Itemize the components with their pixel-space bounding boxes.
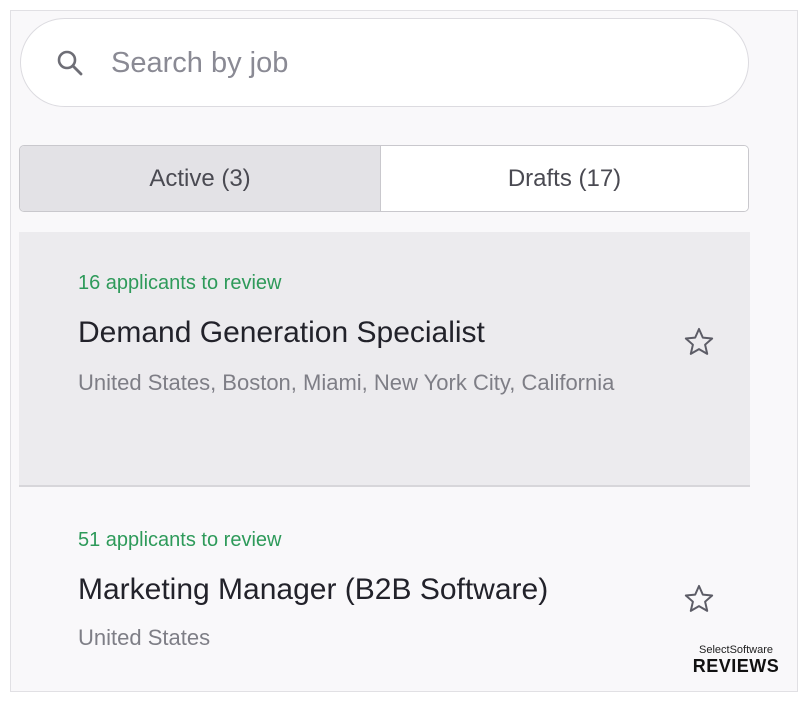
job-card[interactable]: 51 applicants to review Marketing Manage… (19, 489, 750, 691)
job-status-tabs: Active (3) Drafts (17) (19, 145, 749, 212)
tab-active[interactable]: Active (3) (20, 146, 381, 211)
watermark-logo: SelectSoftware REVIEWS (688, 644, 784, 676)
star-icon[interactable] (682, 325, 716, 359)
star-icon[interactable] (682, 582, 716, 616)
job-card[interactable]: 16 applicants to review Demand Generatio… (19, 232, 750, 487)
job-list-panel: Active (3) Drafts (17) 16 applicants to … (10, 10, 798, 692)
job-title[interactable]: Marketing Manager (B2B Software) (78, 573, 548, 607)
search-icon (57, 50, 83, 76)
tab-active-label: Active (3) (149, 164, 251, 192)
watermark-line2: REVIEWS (692, 656, 780, 676)
search-input[interactable] (111, 41, 711, 85)
job-location: United States (78, 625, 211, 650)
job-location: United States, Boston, Miami, New York C… (78, 370, 615, 395)
applicants-count: 16 applicants to review (78, 272, 282, 294)
job-title[interactable]: Demand Generation Specialist (78, 316, 485, 350)
applicants-count: 51 applicants to review (78, 529, 282, 551)
tab-drafts-label: Drafts (17) (507, 164, 622, 192)
search-bar[interactable] (20, 18, 749, 107)
tab-drafts[interactable]: Drafts (17) (381, 146, 748, 211)
watermark-line1: SelectSoftware (699, 644, 773, 656)
